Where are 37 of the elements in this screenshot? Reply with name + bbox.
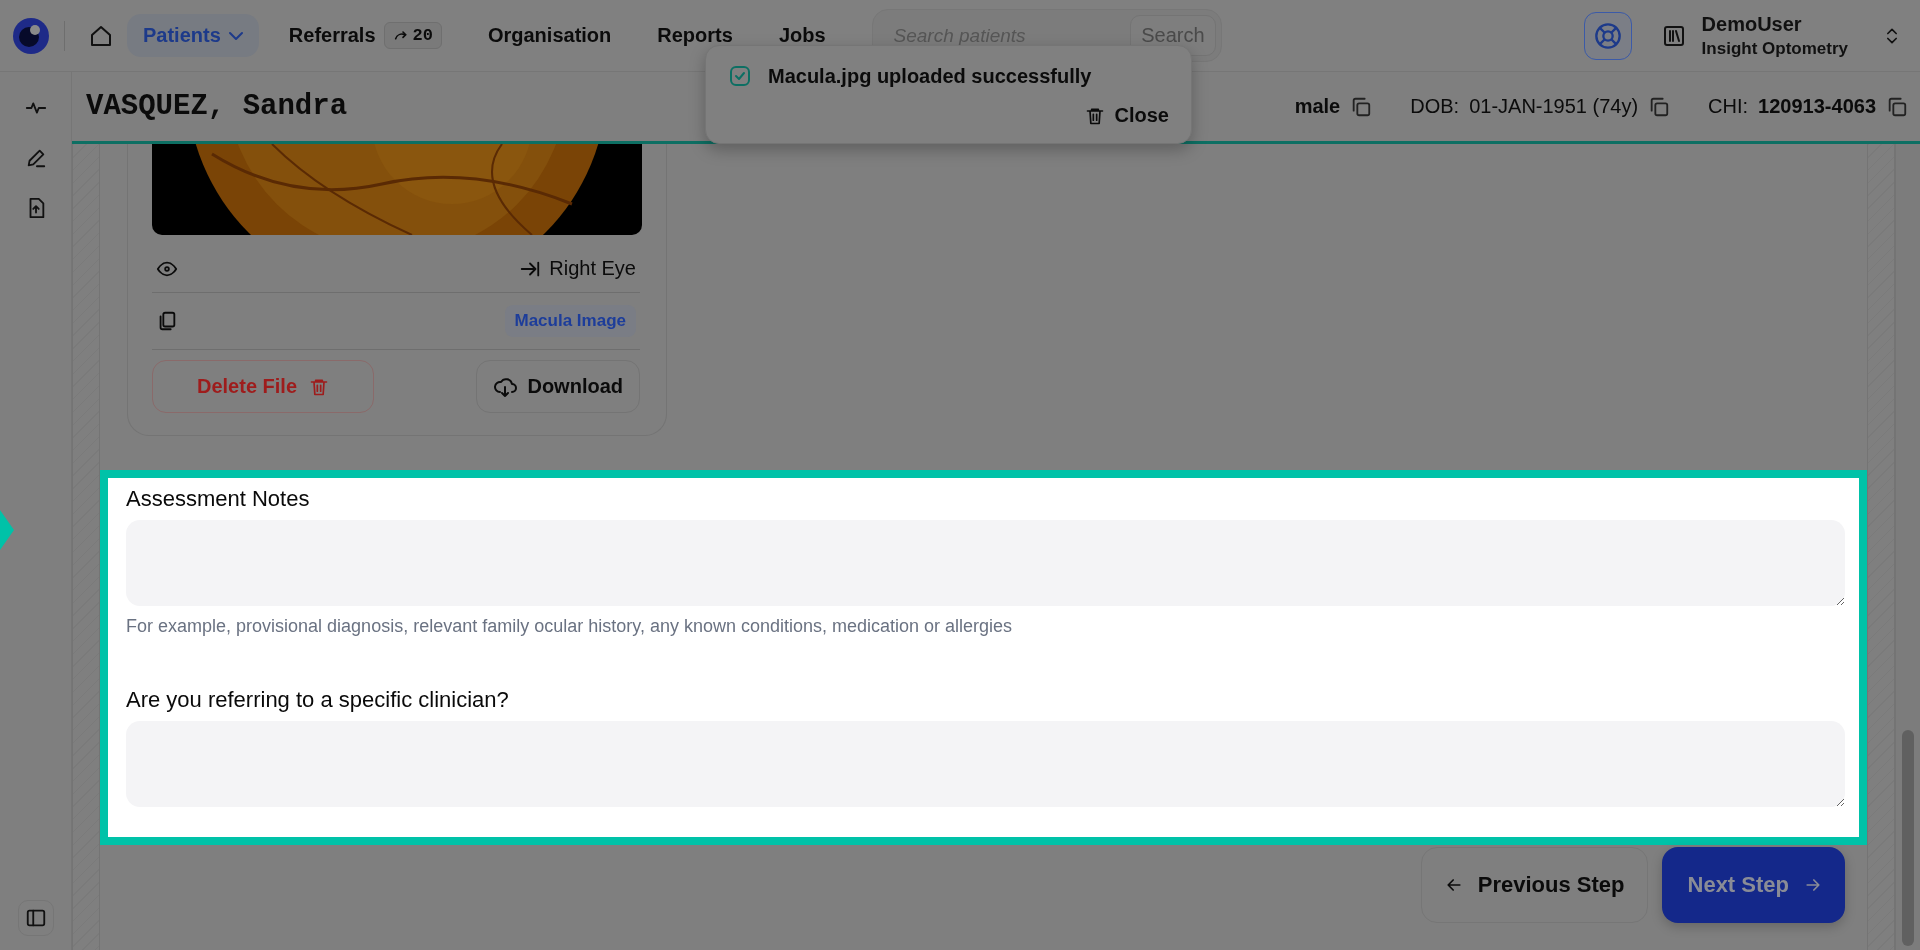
- home-icon: [89, 23, 113, 48]
- field-label: Assessment Notes: [126, 486, 311, 512]
- dob-label: DOB:: [1410, 95, 1460, 118]
- copy-icon: [1648, 95, 1671, 118]
- chi-label: CHI:: [1708, 95, 1749, 118]
- toast-message: Macula.jpg uploaded successfully: [768, 64, 1092, 88]
- nav-tab[interactable]: Reports: [641, 14, 749, 57]
- check-square-icon: [728, 64, 752, 88]
- copy-button[interactable]: [1886, 95, 1908, 118]
- logo-icon[interactable]: [12, 16, 50, 55]
- field-label: Are you referring to a specific clinician?: [126, 687, 510, 713]
- panel-left-icon: [24, 907, 47, 929]
- previous-step-button[interactable]: Previous Step: [1420, 847, 1648, 923]
- copy-icon: [1886, 95, 1908, 118]
- download-button[interactable]: Download: [476, 360, 640, 413]
- tour-pointer-icon: [0, 510, 14, 550]
- sidebar-toggle-button[interactable]: [17, 900, 54, 936]
- user-menu[interactable]: DemoUser Insight Optometry: [1661, 12, 1902, 59]
- library-icon: [1661, 23, 1686, 48]
- nav-tab[interactable]: Jobs: [762, 14, 842, 57]
- help-button[interactable]: [1583, 11, 1632, 60]
- copy-button[interactable]: [1350, 95, 1373, 118]
- close-button[interactable]: Close: [1084, 104, 1169, 127]
- patient-name: VASQUEZ, Sandra: [86, 90, 348, 123]
- nav-tab[interactable]: Organisation: [471, 14, 628, 57]
- referral-count-badge: 20: [383, 22, 442, 49]
- eye-label: Right Eye: [549, 257, 636, 280]
- next-step-button[interactable]: Next Step: [1661, 847, 1845, 923]
- chi-value: 120913-4063: [1758, 95, 1876, 118]
- nav-tab[interactable]: Referrals 20: [272, 12, 458, 59]
- field-hint: For example, provisional diagnosis, relevant family ocular history, any known conditions, medication or allergies: [126, 616, 1014, 637]
- copy-icon: [1350, 95, 1373, 118]
- copy-button[interactable]: [1648, 95, 1671, 118]
- dob-value: 01-JAN-1951 (74y): [1469, 95, 1639, 118]
- lifebuoy-icon: [1593, 21, 1622, 50]
- image-type-tag: Macula Image: [504, 305, 636, 337]
- patient-gender: male: [1294, 95, 1341, 118]
